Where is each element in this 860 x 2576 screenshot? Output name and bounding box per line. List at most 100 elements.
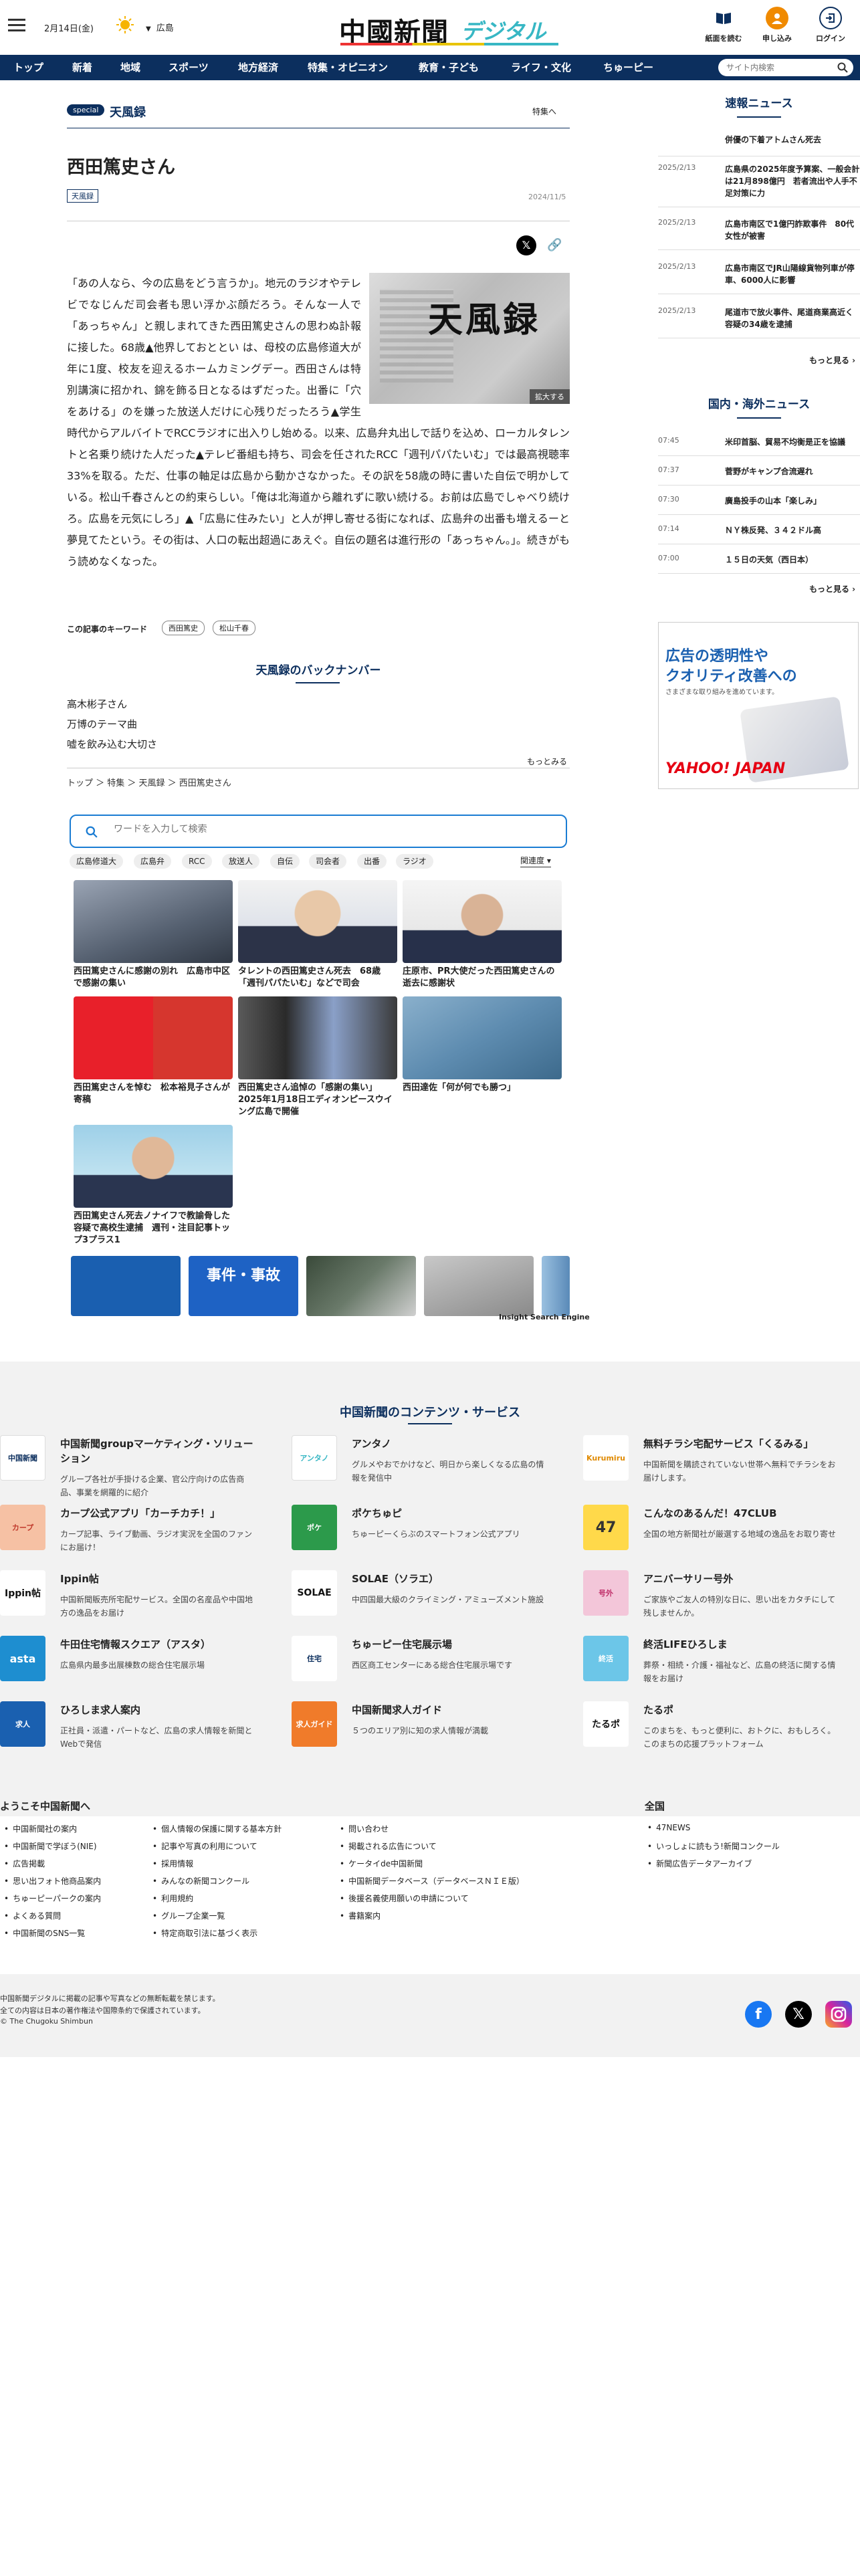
news-date: 2025/2/13 [658,306,696,315]
backnumber-more-link[interactable]: もっとみる [527,756,567,767]
backnumber-item[interactable]: 万博のテーマ曲 [67,717,137,731]
site-logo[interactable]: 中國新聞 デジタル [339,8,561,48]
world-underline [737,417,781,419]
related-card[interactable]: 西田篤史さんを悼む 松本裕見子さんが寄稿 [74,996,233,1106]
to-special-link[interactable]: 特集へ [532,106,556,117]
express-more-link[interactable]: もっと見る › [809,354,855,366]
related-card[interactable]: 西田達佐「何が何でも勝つ」 [403,996,562,1094]
express-news-item[interactable]: 2025/2/13 尾道市で放火事件、尾道商業高近く容疑の34歳を逮捕 [658,306,860,338]
search-icon[interactable] [837,62,848,73]
footer-link[interactable]: ちゅーピーパークの案内 [4,1893,101,1904]
nav-chupi[interactable]: ちゅーピー [603,55,653,80]
related-strip-item[interactable] [424,1256,534,1316]
sort-label: 関連度 [520,856,545,865]
footer-link[interactable]: 記事や写真の利用について [152,1840,257,1852]
express-news-item[interactable]: 2025/2/13 広島市南区で1億円詐欺事件 80代女性が被害 [658,218,860,250]
nav-top[interactable]: トップ [13,55,43,80]
related-strip-item[interactable] [71,1256,181,1316]
footer-link[interactable]: グループ企業一覧 [152,1910,225,1921]
express-news-item[interactable]: 2025/2/13 広島県の2025年度予算案、一般会計は21月898億円 若者流… [658,163,860,207]
instagram-icon[interactable] [825,2001,852,2028]
footer-link[interactable]: 思い出フォト他商品案内 [4,1875,101,1887]
world-news-item[interactable]: 07:00 １５日の天気（西日本） [658,554,860,574]
related-search-input[interactable] [114,824,515,835]
read-paper-button[interactable]: 紙面を読む [702,7,745,43]
site-search-input[interactable] [718,59,825,76]
article-tag[interactable]: 天風録 [67,189,98,203]
subscribe-button[interactable]: 申し込み [756,7,798,43]
article-image[interactable]: 天風録 拡大する [369,273,570,404]
footer-link[interactable]: 採用情報 [152,1858,193,1869]
footer-link[interactable]: ケータイde中国新聞 [340,1858,423,1869]
search-chip[interactable]: 自伝 [270,854,300,869]
service-desc: 全国の地方新聞社が厳選する地域の逸品をお取り寄せ [643,1529,837,1539]
footer-link[interactable]: いっしょに読もう!新聞コンクール [647,1840,780,1852]
world-news-item[interactable]: 07:30 廣島投手の山本「楽しみ」 [658,495,860,515]
footer-link[interactable]: 中国新聞データベース（データベースＮＩＥ版） [340,1875,524,1887]
footer-link[interactable]: 47NEWS [647,1823,690,1832]
sort-select[interactable]: 関連度 ▾ [520,855,551,867]
backnumber-item[interactable]: 嘘を飲み込む大切さ [67,737,157,751]
footer-link[interactable]: みんなの新聞コンクール [152,1875,249,1887]
related-strip-item[interactable]: 事件・事故 [189,1256,298,1316]
nav-sports[interactable]: スポーツ [169,55,209,80]
footer-link[interactable]: 利用規約 [152,1893,193,1904]
footer-link[interactable]: 後援名義使用願いの申請について [340,1893,469,1904]
related-card[interactable]: 西田篤史さん死去ノナイフで教諭骨した容疑で高校生逮捕 週刊・注目記事トップ3プラ… [74,1125,233,1247]
enlarge-button[interactable]: 拡大する [530,389,570,404]
footer-link[interactable]: 書籍案内 [340,1910,381,1921]
related-card[interactable]: 西田篤史さん追悼の「感謝の集い」2025年1月18日エディオンピースウイング広島… [238,996,397,1118]
express-news-item[interactable]: 2025/2/13 広島市南区でJR山陽線貨物列車が停車、6000人に影響 [658,262,860,294]
series-name[interactable]: 天風録 [110,103,146,120]
hamburger-menu-icon[interactable] [8,19,25,32]
nav-new[interactable]: 新着 [72,55,92,80]
search-chip[interactable]: 広島修道大 [70,854,124,869]
backnumber-item[interactable]: 高木彬子さん [67,697,127,711]
footer-link[interactable]: 問い合わせ [340,1823,389,1834]
related-card[interactable]: タレントの西田篤史さん死去 68歳「週刊パパたいむ」などで司会 [238,880,397,990]
related-card[interactable]: 西田篤史さんに感謝の別れ 広島市中区で感謝の集い [74,880,233,990]
related-search-box [70,815,567,848]
share-x-icon[interactable]: 𝕏 [516,235,536,255]
copy-link-icon[interactable]: 🔗 [547,238,562,252]
related-strip-item[interactable] [542,1256,570,1316]
nav-economy[interactable]: 地方経済 [238,55,278,80]
search-chip[interactable]: RCC [182,854,212,869]
keyword-chip[interactable]: 松山千春 [213,621,255,635]
express-news-item[interactable]: 併優の下着アトムさん死去 [658,134,860,156]
footer-link[interactable]: 個人情報の保護に関する基本方針 [152,1823,282,1834]
keyword-chip[interactable]: 西田篤史 [162,621,205,635]
search-chip[interactable]: 放送人 [222,854,260,869]
search-chip[interactable]: 広島弁 [134,854,172,869]
article-title: 西田篤史さん [67,157,175,178]
footer-link[interactable]: 中国新聞のSNS一覧 [4,1927,85,1939]
world-more-link[interactable]: もっと見る › [809,583,855,595]
footer-link[interactable]: 特定商取引法に基づく表示 [152,1927,257,1939]
search-chip[interactable]: 司会者 [309,854,347,869]
related-card-image [74,1125,233,1208]
news-title: 広島市南区で1億円詐欺事件 80代女性が被害 [725,219,855,241]
region-selector[interactable]: 広島 [146,21,174,33]
nav-life-culture[interactable]: ライフ・文化 [511,55,571,80]
related-card[interactable]: 庄原市、PR大使だった西田篤史さんの逝去に感謝状 [403,880,562,990]
footer-link[interactable]: 広告掲載 [4,1858,45,1869]
nav-opinion[interactable]: 特集・オピニオン [308,55,388,80]
footer-link[interactable]: 中国新聞で学ぼう(NIE) [4,1840,96,1852]
related-strip-item[interactable] [306,1256,416,1316]
search-chip[interactable]: ラジオ [396,854,433,869]
nav-region[interactable]: 地域 [120,55,140,80]
sidebar-ad[interactable]: 広告の透明性や クオリティ改善への さまざまな取り組みを進めています。 YAHO… [658,622,859,789]
footer-link[interactable]: よくある質問 [4,1910,61,1921]
search-chip[interactable]: 出番 [357,854,387,869]
world-news-item[interactable]: 07:37 菅野がキャンプ合流遅れ [658,465,860,486]
x-icon[interactable]: 𝕏 [785,2001,812,2028]
world-news-item[interactable]: 07:14 ＮＹ株反発、３４２ドル高 [658,524,860,544]
login-button[interactable]: ログイン [809,7,852,43]
nav-education[interactable]: 教育・子ども [419,55,479,80]
footer-link[interactable]: 中国新聞社の案内 [4,1823,77,1834]
breadcrumb[interactable]: トップ ＞ 特集 ＞ 天風録 ＞ 西田篤史さん [67,776,231,788]
footer-link[interactable]: 掲載される広告について [340,1840,437,1852]
facebook-icon[interactable]: f [745,2001,772,2028]
footer-link[interactable]: 新聞広告データアーカイブ [647,1858,752,1869]
world-news-item[interactable]: 07:45 米印首脳、貿易不均衡是正を協議 [658,436,860,456]
